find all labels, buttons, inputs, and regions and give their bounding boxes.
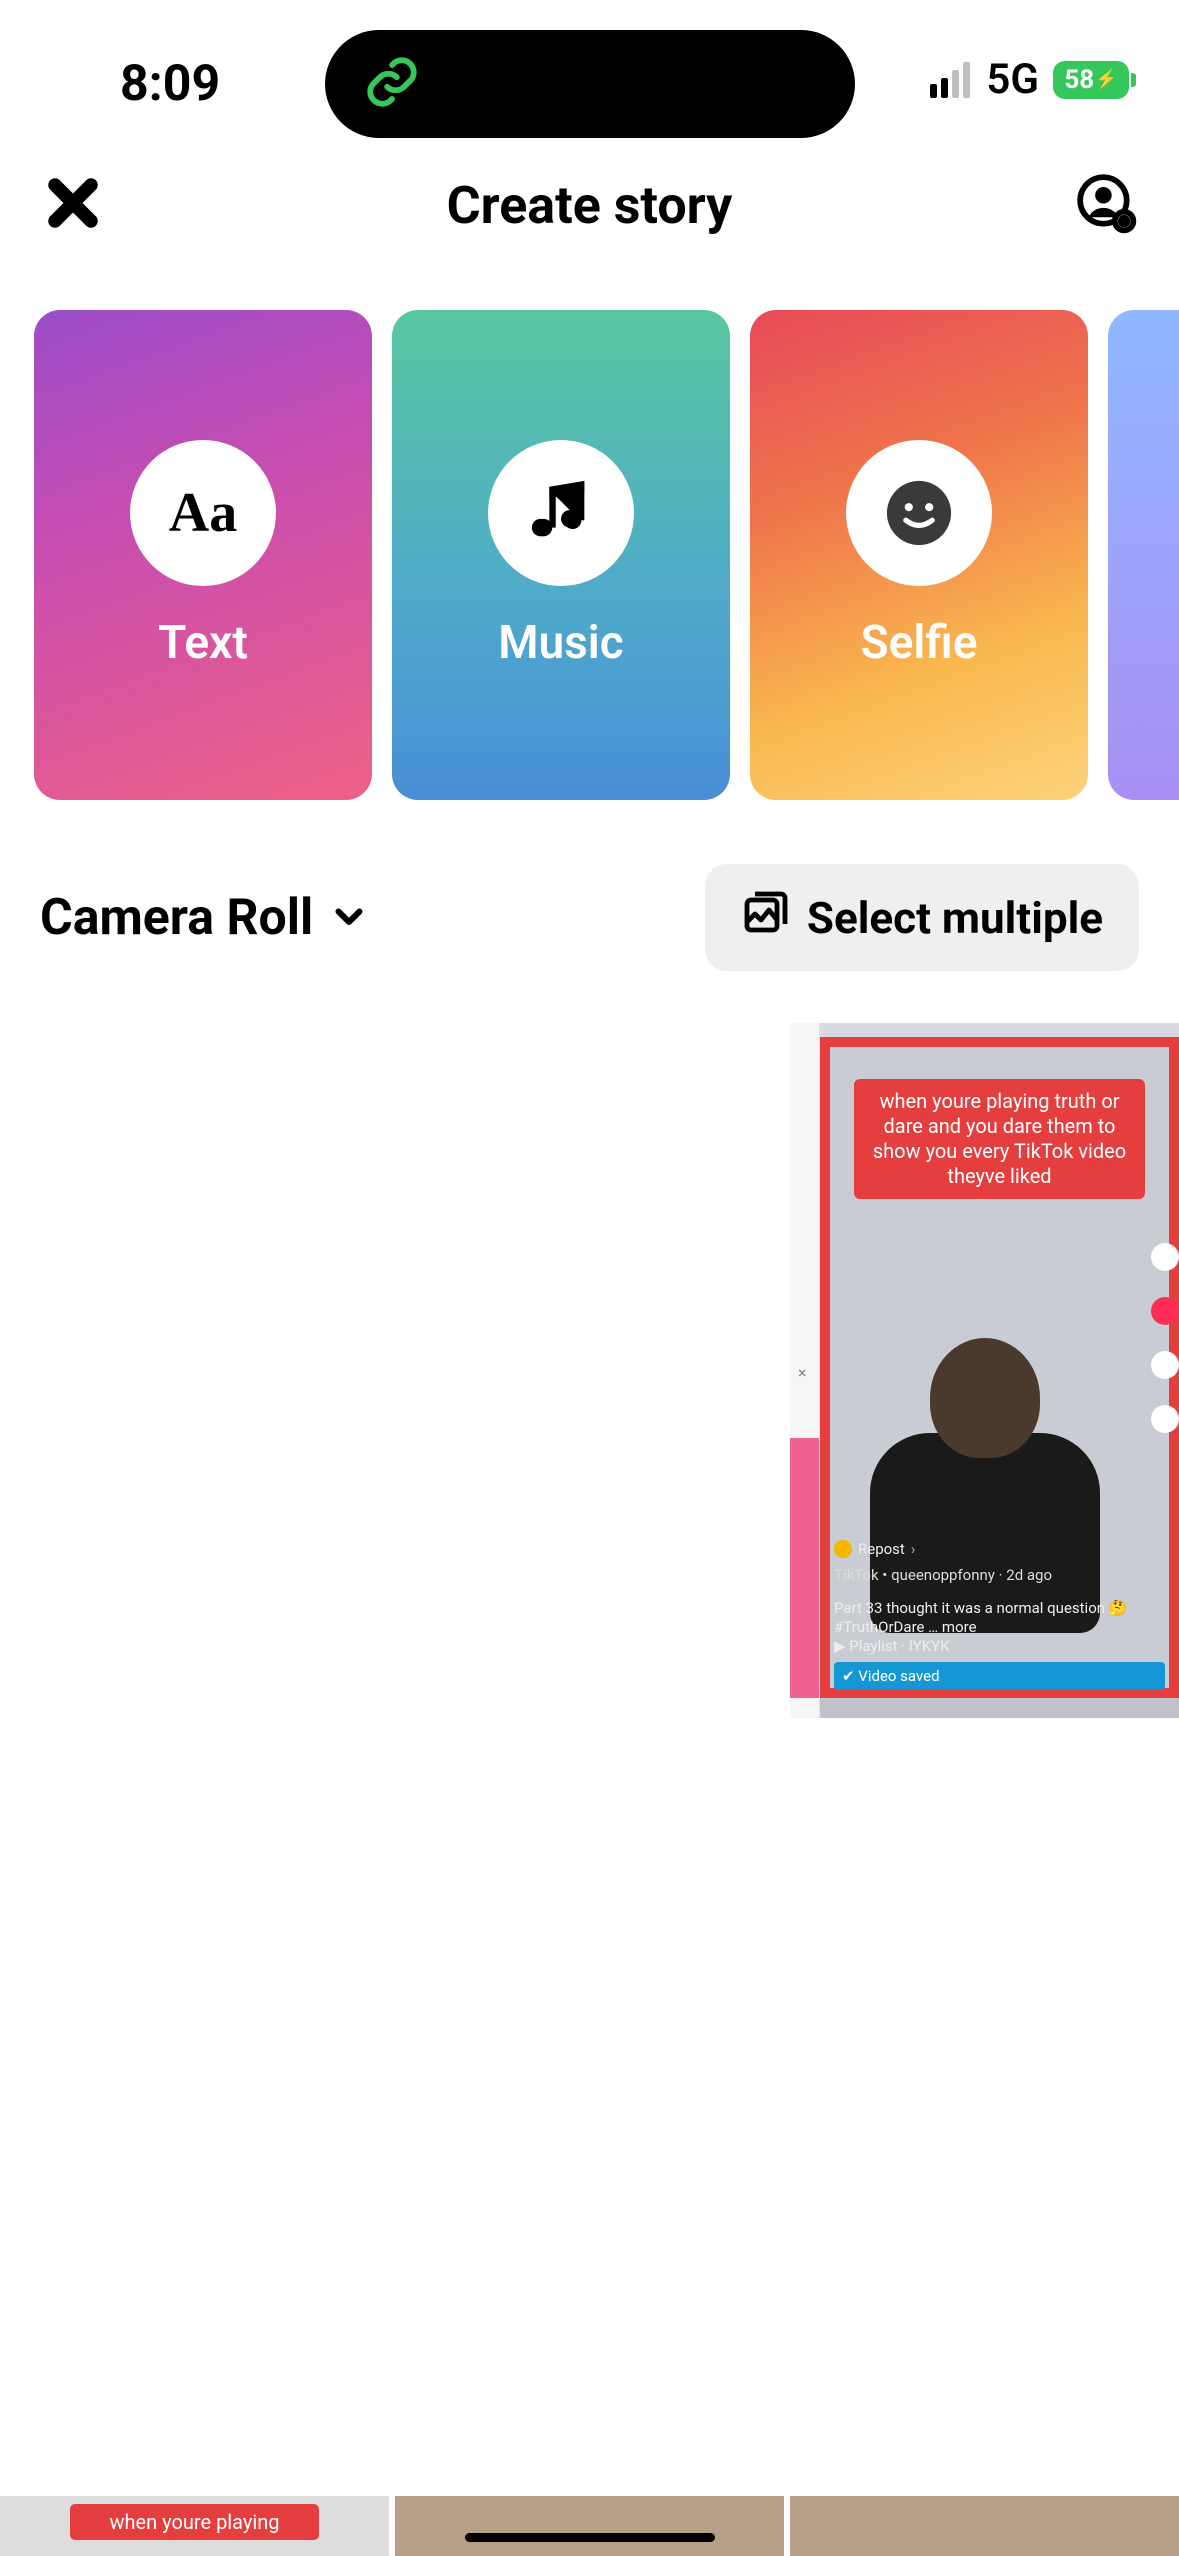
- text-icon: Aa: [130, 440, 276, 586]
- story-card-text[interactable]: Aa Text: [34, 310, 372, 800]
- story-mode-scroller[interactable]: Aa Text Music Selfie B: [0, 270, 1179, 840]
- battery-indicator: 58⚡: [1053, 61, 1129, 99]
- music-note-icon: [488, 440, 634, 586]
- network-type: 5G: [986, 55, 1039, 104]
- gallery-item[interactable]: [395, 2496, 784, 2556]
- status-right: 5G 58⚡: [930, 55, 1129, 104]
- meme-caption: when youre playing truth or dare and you…: [854, 1079, 1145, 1199]
- album-label: Camera Roll: [40, 889, 313, 947]
- nav-header: Create story: [0, 140, 1179, 270]
- album-picker[interactable]: Camera Roll: [40, 889, 367, 947]
- story-card-next[interactable]: B: [1108, 310, 1179, 800]
- chevron-down-icon: [331, 889, 367, 947]
- image-stack-icon: [741, 888, 789, 947]
- close-button[interactable]: [38, 170, 108, 240]
- gallery-item[interactable]: × when youre playing truth or dare and y…: [790, 1023, 1179, 1718]
- close-icon: [46, 176, 100, 234]
- status-time: 8:09: [120, 55, 220, 113]
- camera-roll-grid[interactable]: × when youre playing truth or dare and y…: [0, 995, 1179, 1718]
- album-bar: Camera Roll Select multiple: [0, 840, 1179, 995]
- page-title: Create story: [447, 175, 733, 236]
- card-label: Text: [158, 616, 248, 670]
- gallery-item[interactable]: [0, 1023, 389, 1718]
- select-multiple-label: Select multiple: [807, 892, 1103, 944]
- dynamic-island[interactable]: [325, 30, 855, 138]
- status-bar: 8:09 5G 58⚡: [0, 0, 1179, 140]
- tiktok-screenshot-thumb: × when youre playing truth or dare and y…: [790, 1023, 1179, 1718]
- story-card-selfie[interactable]: Selfie: [750, 310, 1088, 800]
- gallery-item[interactable]: [790, 2496, 1179, 2556]
- gallery-item[interactable]: when youre playing: [0, 2496, 389, 2556]
- gallery-item[interactable]: [395, 1023, 784, 1718]
- person-gear-icon: [1075, 172, 1137, 238]
- home-indicator[interactable]: [465, 2533, 715, 2542]
- gallery-row-peek[interactable]: when youre playing: [0, 2496, 1179, 2556]
- cellular-signal-icon: [930, 62, 970, 98]
- link-chain-icon: [363, 53, 421, 115]
- card-label: Music: [498, 616, 624, 670]
- select-multiple-button[interactable]: Select multiple: [705, 864, 1139, 971]
- smile-face-icon: [846, 440, 992, 586]
- story-card-music[interactable]: Music: [392, 310, 730, 800]
- card-label: Selfie: [861, 616, 978, 670]
- story-settings-button[interactable]: [1071, 170, 1141, 240]
